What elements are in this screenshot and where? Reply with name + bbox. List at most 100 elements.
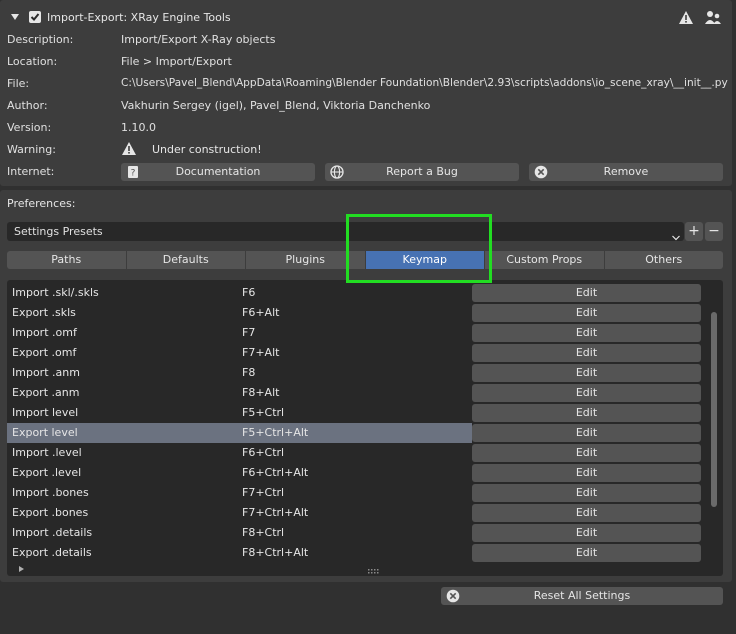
keymap-action: Export .anm bbox=[12, 386, 80, 399]
description-label: Description: bbox=[7, 33, 74, 46]
remove-preset-button[interactable]: − bbox=[705, 222, 723, 241]
edit-button[interactable]: Edit bbox=[472, 424, 701, 442]
keymap-shortcut: F6+Alt bbox=[242, 306, 280, 319]
keymap-shortcut: F8+Ctrl+Alt bbox=[242, 546, 309, 559]
keymap-action: Import .bones bbox=[12, 486, 89, 499]
keymap-row[interactable]: Import .bones F7+Ctrl bbox=[7, 483, 472, 503]
keymap-shortcut: F7+Ctrl+Alt bbox=[242, 506, 309, 519]
keymap-action: Export .omf bbox=[12, 346, 77, 359]
keymap-shortcut: F6+Ctrl+Alt bbox=[242, 466, 309, 479]
svg-text:?: ? bbox=[131, 169, 136, 179]
keymap-row[interactable]: Export .bones F7+Ctrl+Alt bbox=[7, 503, 472, 523]
keymap-action: Export .bones bbox=[12, 506, 89, 519]
cancel-x-icon bbox=[445, 588, 461, 604]
author-label: Author: bbox=[7, 99, 48, 112]
tab-defaults[interactable]: Defaults bbox=[126, 251, 246, 269]
keymap-action: Import .skl/.skls bbox=[12, 286, 99, 299]
keymap-shortcut: F6 bbox=[242, 286, 256, 299]
keymap-row[interactable]: Export .skls F6+Alt bbox=[7, 303, 472, 323]
keymap-row-selected[interactable]: Export level F5+Ctrl+Alt bbox=[7, 423, 472, 443]
edit-button[interactable]: Edit bbox=[472, 544, 701, 562]
warning-label: Warning: bbox=[7, 143, 56, 156]
addon-title: Import-Export: XRay Engine Tools bbox=[47, 11, 231, 24]
keymap-action: Import .anm bbox=[12, 366, 80, 379]
edit-button[interactable]: Edit bbox=[472, 504, 701, 522]
keymap-shortcut: F8 bbox=[242, 366, 256, 379]
keymap-row[interactable]: Import .omf F7 bbox=[7, 323, 472, 343]
internet-label: Internet: bbox=[7, 165, 55, 178]
resize-grip-icon[interactable] bbox=[368, 565, 380, 574]
keymap-shortcut: F6+Ctrl bbox=[242, 446, 285, 459]
reset-all-settings-button[interactable]: Reset All Settings bbox=[441, 587, 723, 605]
tab-others[interactable]: Others bbox=[604, 251, 723, 269]
vertical-scrollbar[interactable] bbox=[711, 312, 717, 507]
keymap-row[interactable]: Export .details F8+Ctrl+Alt bbox=[7, 543, 472, 563]
edit-button[interactable]: Edit bbox=[472, 364, 701, 382]
help-book-icon: ? bbox=[125, 164, 141, 180]
edit-button[interactable]: Edit bbox=[472, 304, 701, 322]
edit-button[interactable]: Edit bbox=[472, 344, 701, 362]
cancel-x-icon bbox=[533, 164, 549, 180]
keymap-shortcut: F8+Alt bbox=[242, 386, 280, 399]
keymap-shortcut: F7 bbox=[242, 326, 256, 339]
edit-button[interactable]: Edit bbox=[472, 384, 701, 402]
keymap-row[interactable]: Export .level F6+Ctrl+Alt bbox=[7, 463, 472, 483]
version-value: 1.10.0 bbox=[121, 121, 156, 134]
enable-checkbox[interactable] bbox=[29, 11, 41, 23]
preferences-label: Preferences: bbox=[7, 197, 76, 210]
expand-triangle-icon[interactable] bbox=[10, 12, 20, 22]
tab-paths[interactable]: Paths bbox=[7, 251, 127, 269]
tab-custom-props[interactable]: Custom Props bbox=[485, 251, 605, 269]
edit-button[interactable]: Edit bbox=[472, 464, 701, 482]
documentation-button[interactable]: ? Documentation bbox=[121, 163, 315, 181]
warning-triangle-icon bbox=[121, 141, 137, 157]
keymap-action: Import .details bbox=[12, 526, 93, 539]
edit-button[interactable]: Edit bbox=[472, 484, 701, 502]
keymap-row[interactable]: Export .anm F8+Alt bbox=[7, 383, 472, 403]
keymap-row[interactable]: Import .anm F8 bbox=[7, 363, 472, 383]
keymap-action: Export .details bbox=[12, 546, 92, 559]
location-label: Location: bbox=[7, 55, 58, 68]
description-value: Import/Export X-Ray objects bbox=[121, 33, 276, 46]
reset-all-settings-label: Reset All Settings bbox=[533, 589, 631, 602]
remove-button[interactable]: Remove bbox=[529, 163, 723, 181]
keymap-shortcut: F7+Ctrl bbox=[242, 486, 285, 499]
warning-icon bbox=[678, 10, 694, 26]
edit-button[interactable]: Edit bbox=[472, 404, 701, 422]
globe-icon bbox=[329, 164, 345, 180]
edit-button[interactable]: Edit bbox=[472, 444, 701, 462]
add-preset-button[interactable]: + bbox=[685, 222, 703, 241]
addon-info-panel bbox=[0, 0, 732, 186]
warning-value: Under construction! bbox=[152, 143, 262, 156]
keymap-row[interactable]: Import .skl/.skls F6 bbox=[7, 283, 472, 303]
settings-presets-value: Settings Presets bbox=[14, 225, 103, 238]
keymap-shortcut: F7+Alt bbox=[242, 346, 280, 359]
author-value: Vakhurin Sergey (igel), Pavel_Blend, Vik… bbox=[121, 99, 431, 112]
keymap-action: Export .skls bbox=[12, 306, 76, 319]
keymap-action: Export level bbox=[12, 426, 78, 439]
remove-label: Remove bbox=[603, 165, 649, 178]
keymap-row[interactable]: Export .omf F7+Alt bbox=[7, 343, 472, 363]
expand-list-triangle-icon[interactable] bbox=[18, 563, 25, 572]
edit-button[interactable]: Edit bbox=[472, 524, 701, 542]
keymap-row[interactable]: Import level F5+Ctrl bbox=[7, 403, 472, 423]
keymap-shortcut: F5+Ctrl bbox=[242, 406, 285, 419]
keymap-row[interactable]: Import .details F8+Ctrl bbox=[7, 523, 472, 543]
report-bug-button[interactable]: Report a Bug bbox=[325, 163, 519, 181]
keymap-row[interactable]: Import .level F6+Ctrl bbox=[7, 443, 472, 463]
edit-button[interactable]: Edit bbox=[472, 284, 701, 302]
keymap-shortcut: F8+Ctrl bbox=[242, 526, 285, 539]
documentation-label: Documentation bbox=[175, 165, 261, 178]
community-users-icon bbox=[704, 10, 722, 26]
version-label: Version: bbox=[7, 121, 52, 134]
keymap-action: Import .omf bbox=[12, 326, 77, 339]
keymap-action: Export .level bbox=[12, 466, 82, 479]
file-path-value: C:\Users\Pavel_Blend\AppData\Roaming\Ble… bbox=[121, 77, 728, 89]
keymap-tab-highlight-box bbox=[346, 214, 492, 283]
keymap-action: Import level bbox=[12, 406, 79, 419]
location-value: File > Import/Export bbox=[121, 55, 232, 68]
file-label: File: bbox=[7, 77, 30, 90]
edit-button[interactable]: Edit bbox=[472, 324, 701, 342]
report-bug-label: Report a Bug bbox=[386, 165, 458, 178]
keymap-action: Import .level bbox=[12, 446, 82, 459]
